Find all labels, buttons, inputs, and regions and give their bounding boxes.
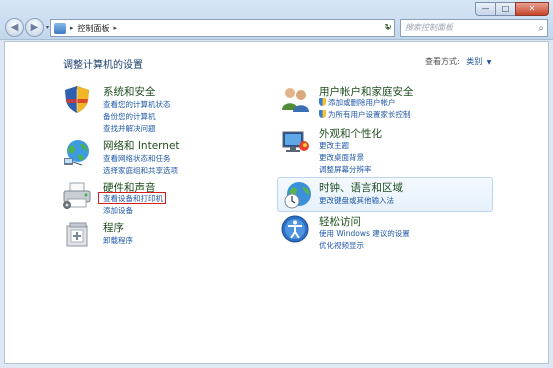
view-by: 查看方式: 类别 ▼ <box>425 56 491 67</box>
control-panel-content: 调整计算机的设置 查看方式: 类别 ▼ 系统和安全 查看您的计算机状态 备份您的… <box>4 41 549 364</box>
link-find-fix-problems[interactable]: 查找并解决问题 <box>103 123 156 134</box>
title-bar: — □ ✕ ◀ ▶ ▾ ▸ 控制面板 ▸ ▾ ↻ 搜索控制面板 ⌕ <box>0 0 553 40</box>
highlight-annotation <box>98 192 166 204</box>
users-icon <box>282 88 309 112</box>
ease-of-access-icon <box>281 215 309 243</box>
link-change-theme[interactable]: 更改主题 <box>319 140 349 151</box>
link-parental-controls[interactable]: 为所有用户设置家长控制 <box>319 109 411 120</box>
link-optimize-display[interactable]: 优化视频显示 <box>319 240 364 251</box>
back-button[interactable]: ◀ <box>5 18 24 37</box>
monitor-paint-icon <box>282 131 309 152</box>
navigation-buttons: ◀ ▶ ▾ <box>5 18 49 37</box>
link-view-computer-status[interactable]: 查看您的计算机状态 <box>103 99 171 110</box>
search-placeholder: 搜索控制面板 <box>405 23 453 32</box>
chevron-down-icon[interactable]: ▼ <box>487 59 492 66</box>
forward-button[interactable]: ▶ <box>25 18 44 37</box>
breadcrumb-control-panel[interactable]: 控制面板 <box>78 23 110 34</box>
shield-icon <box>65 86 89 113</box>
link-desktop-background[interactable]: 更改桌面背景 <box>319 152 364 163</box>
breadcrumb-separator[interactable]: ▸ <box>70 24 74 32</box>
link-uninstall-program[interactable]: 卸载程序 <box>103 235 133 246</box>
link-add-device[interactable]: 添加设备 <box>103 205 133 216</box>
maximize-button[interactable]: □ <box>495 2 515 16</box>
globe-clock-icon <box>284 182 311 209</box>
breadcrumb-separator[interactable]: ▸ <box>114 24 118 32</box>
printer-icon <box>63 182 91 209</box>
recent-pages-dropdown[interactable]: ▾ <box>46 24 49 31</box>
link-backup-computer[interactable]: 备份您的计算机 <box>103 111 156 122</box>
link-screen-resolution[interactable]: 调整屏幕分辨率 <box>319 164 372 175</box>
refresh-icon[interactable]: ↻ <box>381 20 395 36</box>
link-recommended-settings[interactable]: 使用 Windows 建议的设置 <box>319 228 410 239</box>
link-homegroup-sharing[interactable]: 选择家庭组和共享选项 <box>103 165 178 176</box>
view-by-dropdown[interactable]: 类别 <box>466 57 482 66</box>
category-title[interactable]: 时钟、语言和区域 <box>319 180 403 195</box>
address-bar[interactable]: ▸ 控制面板 ▸ ▾ <box>50 19 395 37</box>
programs-icon <box>66 222 88 247</box>
link-change-input-method[interactable]: 更改键盘或其他输入法 <box>319 195 394 206</box>
category-title[interactable]: 外观和个性化 <box>319 126 382 141</box>
page-title: 调整计算机的设置 <box>63 60 143 71</box>
search-input[interactable]: 搜索控制面板 ⌕ <box>400 19 548 37</box>
uac-shield-icon <box>319 98 326 106</box>
category-title[interactable]: 程序 <box>103 220 124 235</box>
view-by-label: 查看方式: <box>425 57 460 66</box>
minimize-button[interactable]: — <box>475 2 495 16</box>
window-controls: — □ ✕ <box>475 2 549 16</box>
link-add-remove-user[interactable]: 添加或删除用户帐户 <box>319 97 396 108</box>
control-panel-icon <box>54 22 66 34</box>
link-network-status[interactable]: 查看网络状态和任务 <box>103 153 171 164</box>
category-title[interactable]: 轻松访问 <box>319 214 361 229</box>
uac-shield-icon <box>319 110 326 118</box>
category-title[interactable]: 系统和安全 <box>103 84 156 99</box>
close-button[interactable]: ✕ <box>515 2 549 16</box>
globe-network-icon <box>64 140 89 166</box>
search-icon[interactable]: ⌕ <box>538 21 544 37</box>
category-title[interactable]: 网络和 Internet <box>103 138 180 153</box>
